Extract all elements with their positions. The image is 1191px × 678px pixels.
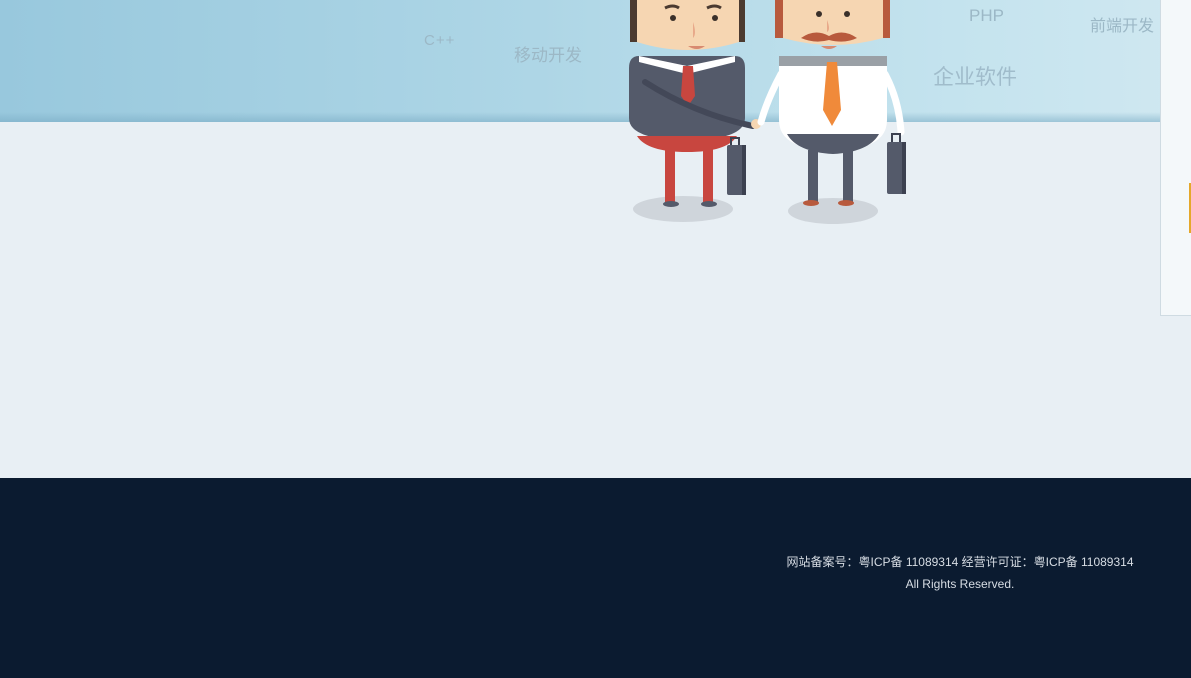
tag-enterprise-software: 企业软件 [933, 66, 1017, 89]
right-businessman [757, 0, 906, 206]
left-businessman [629, 0, 756, 207]
tag-cpp: C++ [424, 32, 456, 49]
copyright-text: All Rights Reserved. [905, 577, 1015, 591]
site-footer: 网站备案号：粤ICP备 11089314 经营许可证：粤ICP备 1108931… [0, 478, 1191, 678]
hero-banner: C++ 移动开发 PHP 前端开发 企业软件 [0, 0, 1191, 122]
businessmen-handshake-illustration [629, 0, 906, 224]
tag-mobile-dev: 移动开发 [514, 46, 582, 65]
tag-php: PHP [969, 6, 1004, 25]
icp-record-text: 网站备案号：粤ICP备 11089314 经营许可证：粤ICP备 1108931… [786, 555, 1134, 569]
tag-frontend-dev: 前端开发 [1090, 18, 1155, 35]
side-float-panel[interactable] [1160, 0, 1191, 316]
